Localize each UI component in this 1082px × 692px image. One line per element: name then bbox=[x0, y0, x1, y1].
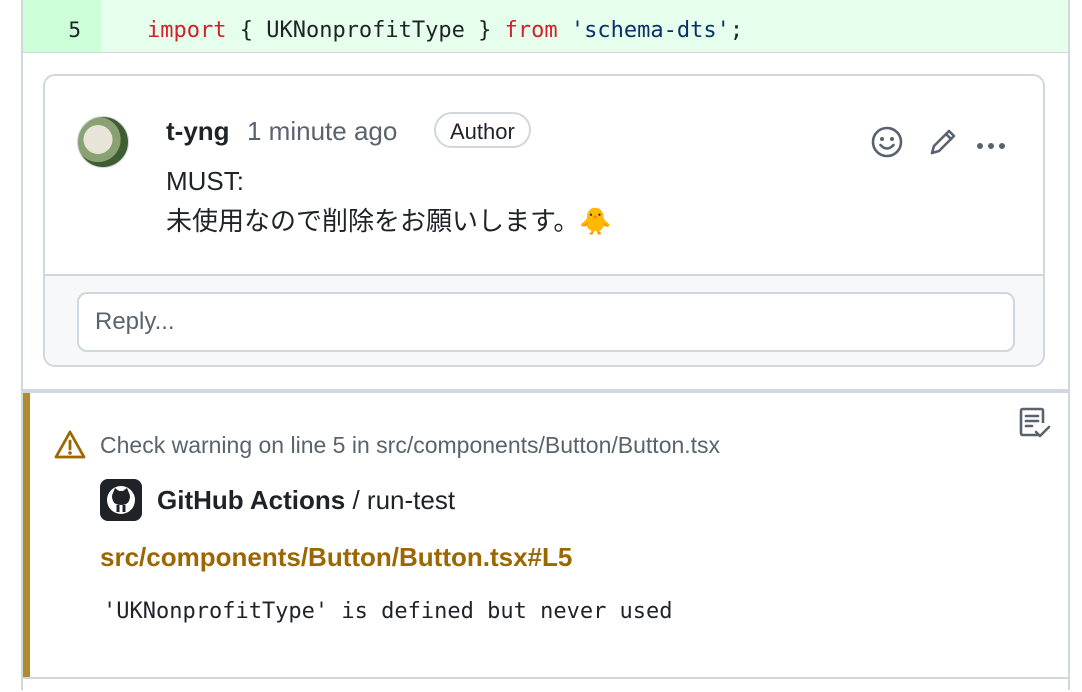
comment-timestamp[interactable]: 1 minute ago bbox=[247, 116, 397, 146]
pencil-icon[interactable] bbox=[923, 122, 963, 162]
workflow-name: / run-test bbox=[345, 485, 456, 515]
annotation-file-link[interactable]: src/components/Button/Button.tsx#L5 bbox=[100, 541, 572, 573]
review-comment-thread: t-yng 1 minute ago Author MUST: 未使用なので削除… bbox=[43, 74, 1045, 367]
reply-input[interactable] bbox=[77, 292, 1015, 352]
annotation-title: Check warning on line 5 in src/component… bbox=[100, 432, 721, 458]
diff-right-border bbox=[1068, 0, 1070, 690]
kebab-horizontal-icon[interactable] bbox=[971, 122, 1011, 162]
annotation-message: 'UKNonprofitType' is defined but never u… bbox=[103, 599, 673, 624]
smiley-icon[interactable] bbox=[867, 122, 907, 162]
app-name[interactable]: GitHub Actions bbox=[157, 485, 345, 515]
code-string: 'schema-dts' bbox=[570, 18, 730, 43]
code-keyword-from: from bbox=[504, 18, 558, 43]
code-end: ; bbox=[729, 18, 744, 43]
author-badge: Author bbox=[434, 112, 531, 148]
check-annotation: Check warning on line 5 in src/component… bbox=[23, 393, 1068, 677]
annotation-accent-bar bbox=[23, 393, 30, 677]
reply-area bbox=[45, 274, 1043, 365]
divider bbox=[23, 52, 1068, 53]
line-number[interactable]: 5 bbox=[23, 6, 81, 52]
copy-checklist-icon[interactable] bbox=[1017, 405, 1053, 443]
diff-line-5: 5 import { UKNonprofitType } from 'schem… bbox=[23, 6, 1068, 52]
alert-triangle-icon bbox=[54, 430, 86, 459]
comment-body-line-1: MUST: bbox=[166, 166, 244, 196]
code-keyword-import: import bbox=[147, 18, 227, 43]
avatar[interactable] bbox=[77, 116, 129, 168]
diff-code: import { UKNonprofitType } from 'schema-… bbox=[147, 6, 743, 52]
check-source: GitHub Actions / run-test bbox=[157, 484, 455, 516]
code-middle: { UKNonprofitType } bbox=[226, 18, 505, 43]
comment-author[interactable]: t-yng bbox=[166, 116, 230, 146]
github-logo-icon[interactable] bbox=[100, 479, 142, 521]
comment-body-line-2: 未使用なので削除をお願いします。🐥 bbox=[166, 206, 612, 236]
